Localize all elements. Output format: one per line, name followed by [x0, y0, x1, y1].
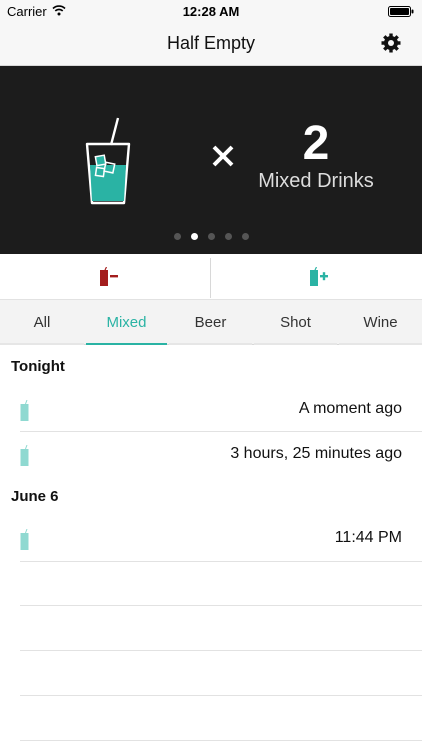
row-separator — [20, 740, 422, 741]
tab-label: All — [33, 314, 51, 331]
tab-shot[interactable]: Shot — [254, 300, 337, 345]
page-dot[interactable] — [224, 233, 232, 240]
tab-label: Mixed — [106, 314, 147, 331]
add-drink-button[interactable] — [211, 254, 422, 300]
section-header-june-6: June 6 — [11, 488, 59, 505]
tab-label: Beer — [194, 314, 227, 331]
page-title: Half Empty — [166, 33, 256, 53]
multiply-icon — [212, 145, 234, 167]
mixed-drink-icon — [20, 400, 29, 421]
status-time: 12:28 AM — [182, 4, 240, 19]
tab-all[interactable]: All — [0, 300, 84, 345]
tab-underline-active — [86, 343, 167, 345]
drink-action-row — [0, 254, 422, 300]
page-dot-active[interactable] — [190, 233, 198, 240]
navigation-bar: Half Empty — [0, 22, 422, 66]
entry-time: 11:44 PM — [334, 529, 402, 546]
page-dot[interactable] — [173, 233, 181, 240]
gear-icon[interactable] — [380, 32, 402, 54]
tab-mixed[interactable]: Mixed — [86, 300, 167, 345]
row-separator — [20, 431, 422, 432]
battery-icon — [388, 6, 414, 17]
drink-summary-banner[interactable]: 2 Mixed Drinks — [0, 66, 422, 254]
mixed-drink-glass-icon — [85, 117, 131, 205]
drink-type-label: Mixed Drinks — [258, 170, 374, 192]
mixed-drink-icon — [20, 445, 29, 466]
section-header-tonight: Tonight — [11, 358, 65, 375]
row-separator — [20, 561, 422, 562]
tab-label: Shot — [280, 314, 311, 331]
row-separator — [20, 695, 422, 696]
row-separator — [20, 605, 422, 606]
page-indicator[interactable] — [0, 233, 422, 240]
list-item[interactable]: 11:44 PM — [0, 517, 422, 561]
page-dot[interactable] — [207, 233, 215, 240]
page-dot[interactable] — [241, 233, 249, 240]
entry-time: 3 hours, 25 minutes ago — [230, 445, 402, 462]
list-item[interactable]: 3 hours, 25 minutes ago — [0, 433, 422, 477]
list-item[interactable]: A moment ago — [0, 388, 422, 432]
tab-beer[interactable]: Beer — [169, 300, 252, 345]
tab-wine[interactable]: Wine — [339, 300, 422, 345]
status-bar: Carrier 12:28 AM — [0, 0, 422, 22]
tab-underline — [254, 343, 337, 345]
drink-type-tabs: All Mixed Beer Shot Wine — [0, 300, 422, 345]
tab-underline — [0, 343, 84, 345]
add-drink-icon — [310, 267, 328, 286]
remove-drink-button[interactable] — [0, 254, 210, 300]
remove-drink-icon — [100, 267, 118, 286]
entry-time: A moment ago — [298, 400, 402, 417]
tab-underline — [169, 343, 252, 345]
drink-count: 2 — [302, 117, 330, 170]
row-separator — [20, 650, 422, 651]
mixed-drink-icon — [20, 529, 29, 550]
tab-label: Wine — [363, 314, 398, 331]
tab-underline — [339, 343, 422, 345]
